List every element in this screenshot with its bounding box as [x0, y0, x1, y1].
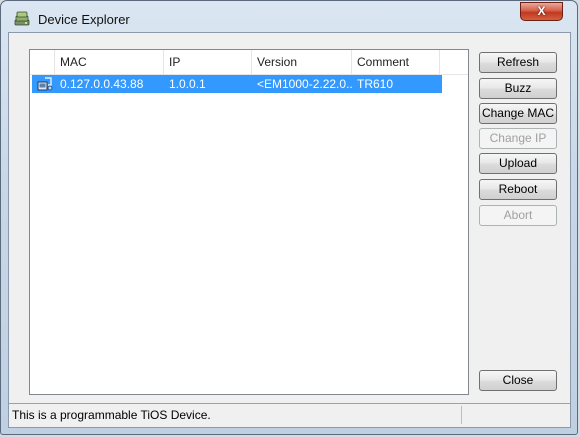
title-bar[interactable]: Device Explorer X: [1, 1, 577, 33]
status-bar-divider: [461, 406, 462, 424]
device-list[interactable]: MAC IP Version Comment 0.127.0.0.43.88 1…: [29, 49, 469, 395]
cell-version: <EM1000-2.22.0...: [257, 77, 352, 91]
abort-button[interactable]: Abort: [479, 205, 557, 226]
client-area: MAC IP Version Comment 0.127.0.0.43.88 1…: [8, 32, 571, 428]
refresh-button[interactable]: Refresh: [479, 52, 557, 73]
reboot-button[interactable]: Reboot: [479, 179, 557, 200]
cell-mac: 0.127.0.0.43.88: [60, 77, 144, 91]
column-header-mac[interactable]: MAC: [55, 50, 164, 74]
upload-button[interactable]: Upload: [479, 153, 557, 174]
status-text: This is a programmable TiOS Device.: [12, 408, 211, 422]
close-button[interactable]: Close: [479, 370, 557, 391]
column-header-version[interactable]: Version: [252, 50, 352, 74]
buzz-button[interactable]: Buzz: [479, 78, 557, 99]
list-item[interactable]: 0.127.0.0.43.88 1.0.0.1 <EM1000-2.22.0..…: [32, 75, 442, 93]
change-mac-button[interactable]: Change MAC: [479, 103, 557, 124]
cell-comment: TR610: [357, 77, 394, 91]
close-icon: X: [537, 4, 546, 18]
cell-ip: 1.0.0.1: [169, 77, 206, 91]
close-window-button[interactable]: X: [520, 2, 563, 21]
status-bar: This is a programmable TiOS Device.: [9, 403, 570, 427]
change-ip-button[interactable]: Change IP: [479, 128, 557, 149]
list-header: MAC IP Version Comment: [30, 50, 468, 75]
window-title: Device Explorer: [38, 12, 130, 27]
app-icon: [14, 11, 30, 27]
column-header-icon[interactable]: [30, 50, 55, 74]
device-icon: [37, 76, 53, 92]
device-explorer-window: Device Explorer X MAC IP Version Comment: [0, 0, 578, 435]
column-header-comment[interactable]: Comment: [352, 50, 440, 74]
column-header-ip[interactable]: IP: [164, 50, 252, 74]
